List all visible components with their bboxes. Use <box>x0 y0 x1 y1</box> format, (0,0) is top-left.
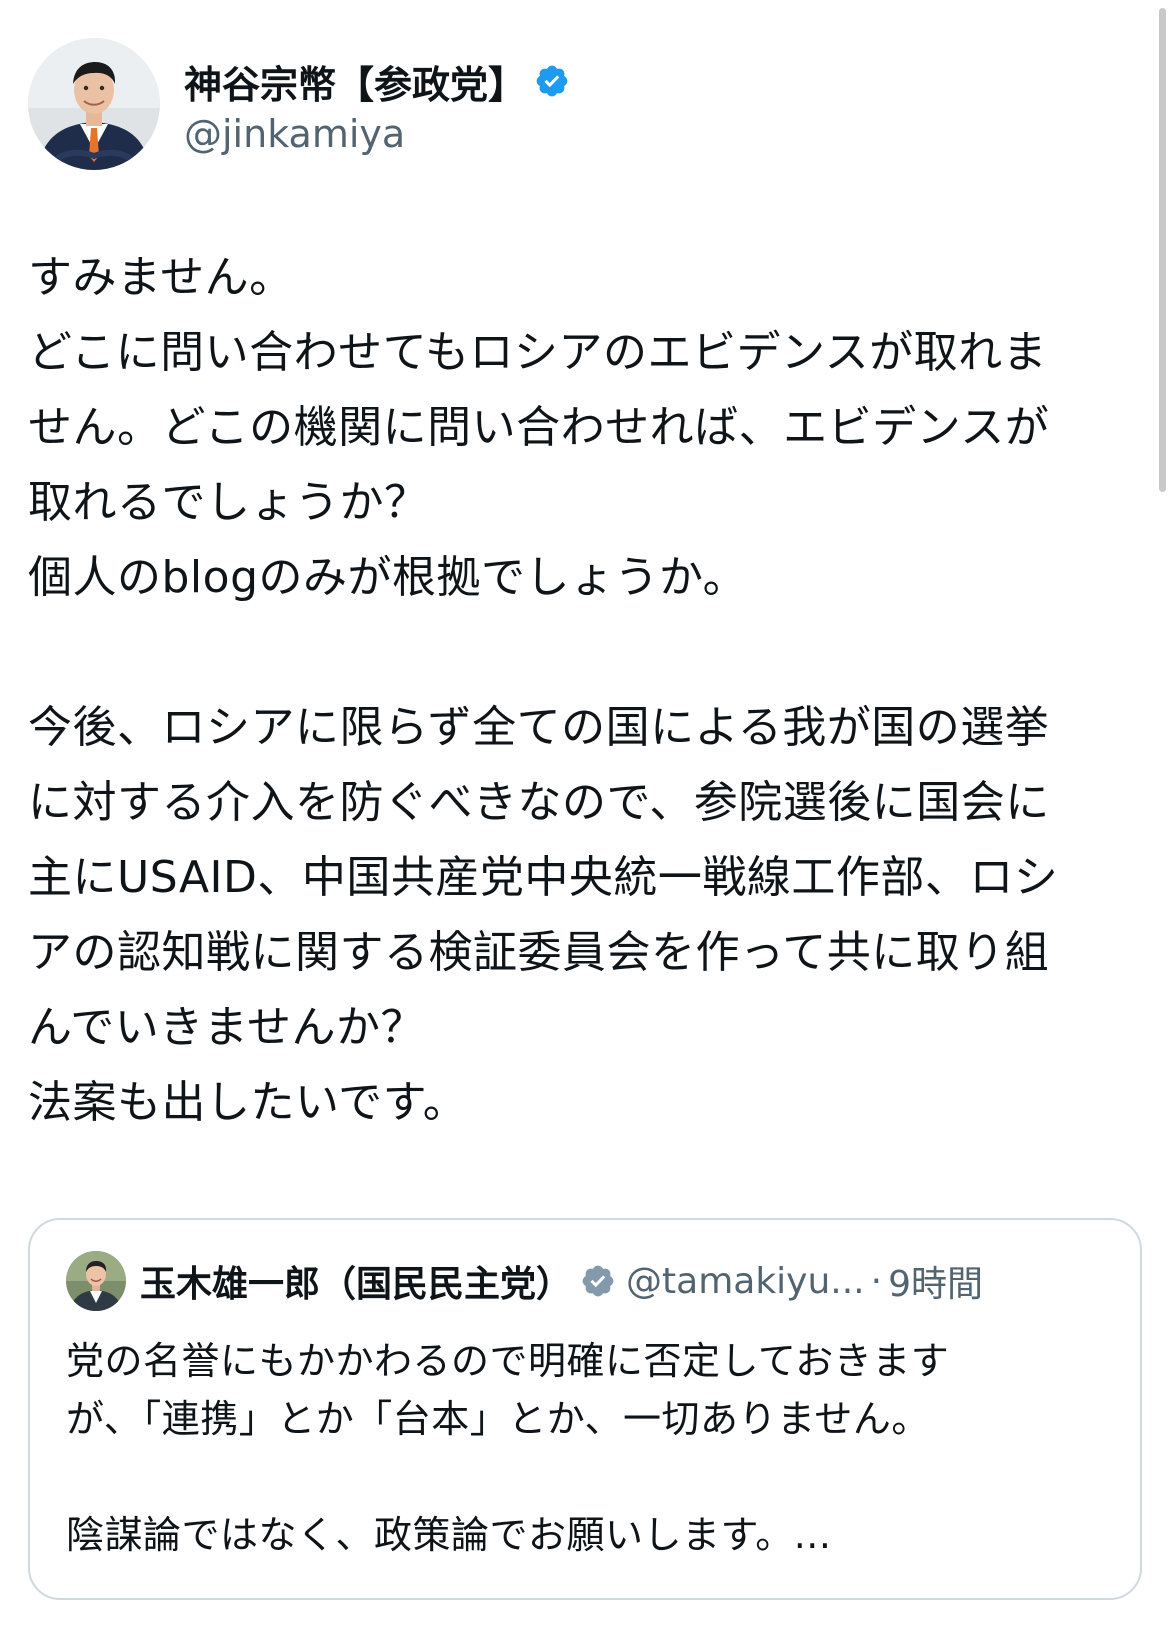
author-name-row: 神谷宗幣【参政党】 <box>184 52 570 110</box>
tweet-header: 神谷宗幣【参政党】 @jinkamiya <box>28 38 570 170</box>
author-info: 神谷宗幣【参政党】 @jinkamiya <box>184 52 570 156</box>
quote-text: 党の名誉にもかかわるので明確に否定しておきます が、「連携」とか「台本」とか、一… <box>66 1332 1116 1564</box>
verified-badge-icon <box>582 1265 614 1297</box>
quote-line: 党の名誉にもかかわるので明確に否定しておきます <box>66 1339 950 1383</box>
author-name[interactable]: 神谷宗幣【参政党】 <box>184 54 526 109</box>
tweet-line: 法案も出したいです。 <box>28 1077 468 1128</box>
author-handle[interactable]: @jinkamiya <box>184 112 570 156</box>
scrollbar-thumb[interactable] <box>1159 8 1166 492</box>
tweet-line: 主にUSAID、中国共産党中央統一戦線工作部、ロシ <box>28 852 1059 903</box>
tweet-line: アの認知戦に関する検証委員会を作って共に取り組 <box>28 927 1050 978</box>
quote-line: 陰謀論ではなく、政策論でお願いします。... <box>66 1513 832 1557</box>
quote-author-handle[interactable]: @tamakiyu... <box>626 1261 865 1302</box>
tweet-line: んでいきませんか？ <box>28 1002 425 1053</box>
tweet-line: 取れるでしょうか？ <box>28 477 429 528</box>
quote-author-name[interactable]: 玉木雄一郎（国民民主党） <box>140 1255 572 1307</box>
scrollbar[interactable] <box>1156 0 1170 1626</box>
tweet-line: 今後、ロシアに限らず全ての国による我が国の選挙 <box>28 702 1050 753</box>
quote-author-avatar[interactable] <box>66 1251 126 1311</box>
tweet-line: せん。どこの機関に問い合わせれば、エビデンスが <box>28 402 1050 453</box>
tweet-line: 個人のblogのみが根拠でしょうか。 <box>28 552 748 603</box>
tweet-line: どこに問い合わせてもロシアのエビデンスが取れま <box>28 327 1048 378</box>
quote-header: 玉木雄一郎（国民民主党） @tamakiyu... · 9時間 <box>66 1250 983 1312</box>
quote-tweet-card[interactable]: 玉木雄一郎（国民民主党） @tamakiyu... · 9時間 党の名誉にもかか… <box>28 1218 1142 1600</box>
author-avatar[interactable] <box>28 38 160 170</box>
tweet-text: すみません。 どこに問い合わせてもロシアのエビデンスが取れま せん。どこの機関に… <box>28 240 1128 1140</box>
profile-photo-icon <box>28 38 160 170</box>
separator-dot: · <box>870 1260 883 1302</box>
tweet-line: すみません。 <box>28 252 294 303</box>
tweet-line: に対する介入を防ぐべきなので、参院選後に国会に <box>28 777 1050 828</box>
verified-badge-icon <box>536 65 568 97</box>
profile-photo-icon <box>66 1251 126 1311</box>
quote-line: が、「連携」とか「台本」とか、一切ありません。 <box>66 1397 930 1441</box>
quote-timestamp[interactable]: 9時間 <box>888 1255 983 1307</box>
